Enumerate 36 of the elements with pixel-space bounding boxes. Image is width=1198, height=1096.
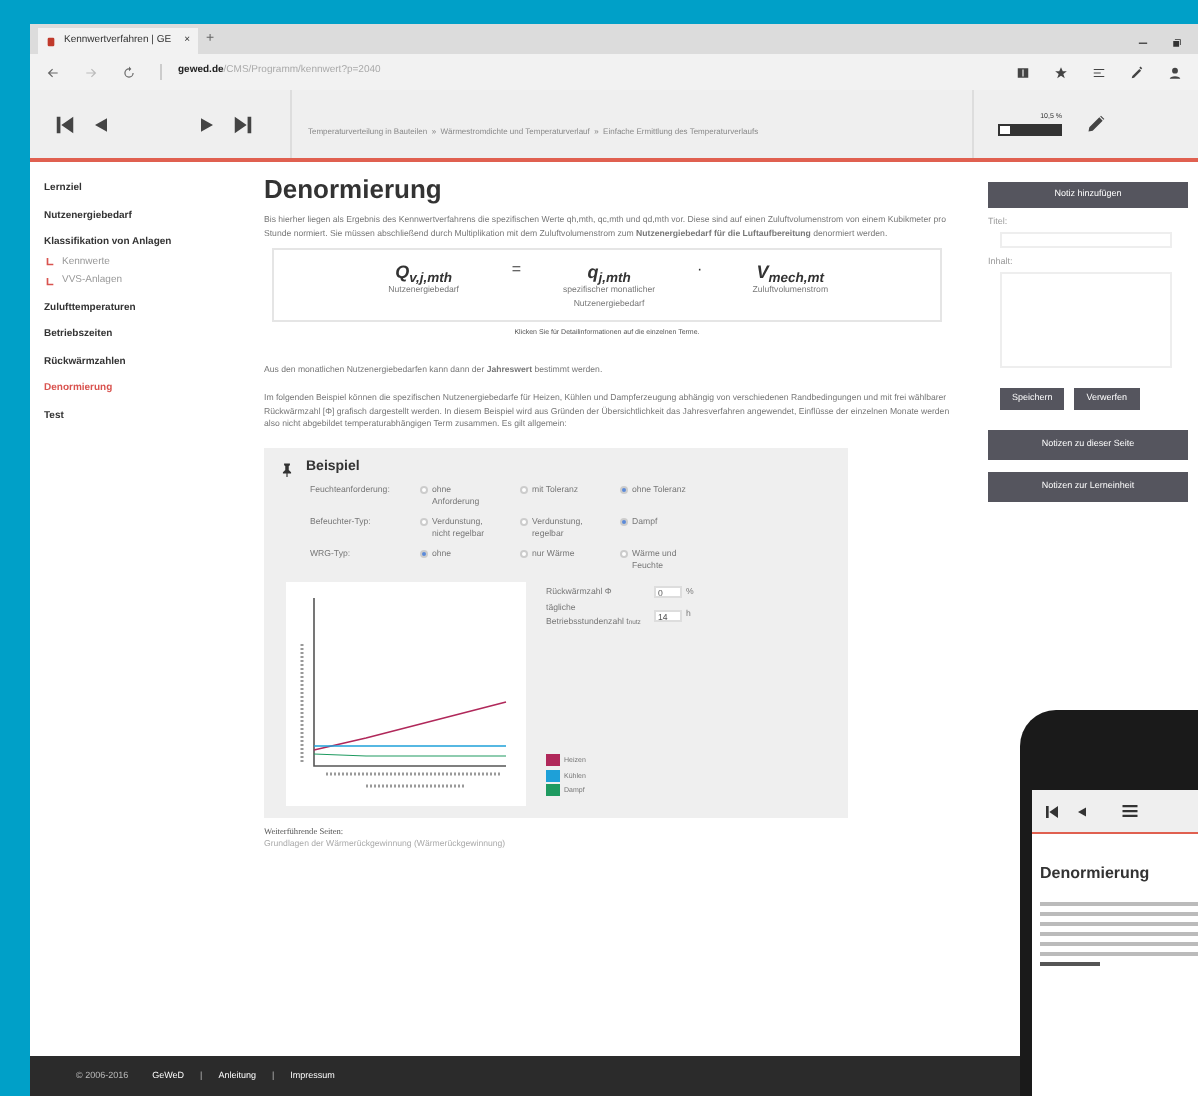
- radio-button[interactable]: [620, 485, 628, 493]
- pencil-icon[interactable]: [1086, 114, 1106, 134]
- back-arrow-icon[interactable]: [46, 65, 60, 79]
- logo-icon: [46, 35, 56, 47]
- radio-button[interactable]: [620, 517, 628, 525]
- previous-page-icon[interactable]: [1076, 803, 1088, 819]
- menu-icon[interactable]: [1120, 802, 1140, 820]
- page-title: Denormierung: [264, 174, 444, 206]
- restore-icon[interactable]: [1172, 38, 1182, 48]
- radio-button[interactable]: [520, 549, 528, 557]
- formula-operator: =: [511, 264, 521, 277]
- formula-term[interactable]: q$_{j,mth}$: [587, 260, 631, 284]
- menu-icon[interactable]: [1092, 65, 1106, 79]
- formula-term[interactable]: Q$_{v,j,mth}$: [395, 260, 453, 284]
- radio-button[interactable]: [620, 549, 628, 557]
- last-page-icon[interactable]: [232, 113, 254, 135]
- first-page-icon[interactable]: [1044, 803, 1060, 819]
- refresh-icon[interactable]: [122, 65, 136, 79]
- corner-icon: [46, 258, 54, 267]
- phone-page-title: Denormierung: [1040, 864, 1150, 882]
- reading-view-icon[interactable]: [1016, 65, 1030, 79]
- pin-icon: [280, 459, 294, 479]
- pen-icon[interactable]: [1130, 65, 1144, 79]
- radio-button[interactable]: [420, 485, 428, 493]
- radio-button[interactable]: [420, 517, 428, 525]
- corner-icon: [46, 277, 54, 286]
- radio-button[interactable]: [420, 549, 428, 557]
- radio-button[interactable]: [520, 517, 528, 525]
- star-icon[interactable]: [1054, 65, 1068, 79]
- formula-operator: ·: [697, 264, 703, 277]
- person-icon[interactable]: [1168, 65, 1182, 79]
- previous-page-icon[interactable]: [92, 113, 110, 135]
- formula-term[interactable]: V$_{mech,mt}$: [756, 260, 825, 284]
- next-page-icon[interactable]: [198, 113, 216, 135]
- first-page-icon[interactable]: [54, 113, 76, 135]
- radio-button[interactable]: [520, 485, 528, 493]
